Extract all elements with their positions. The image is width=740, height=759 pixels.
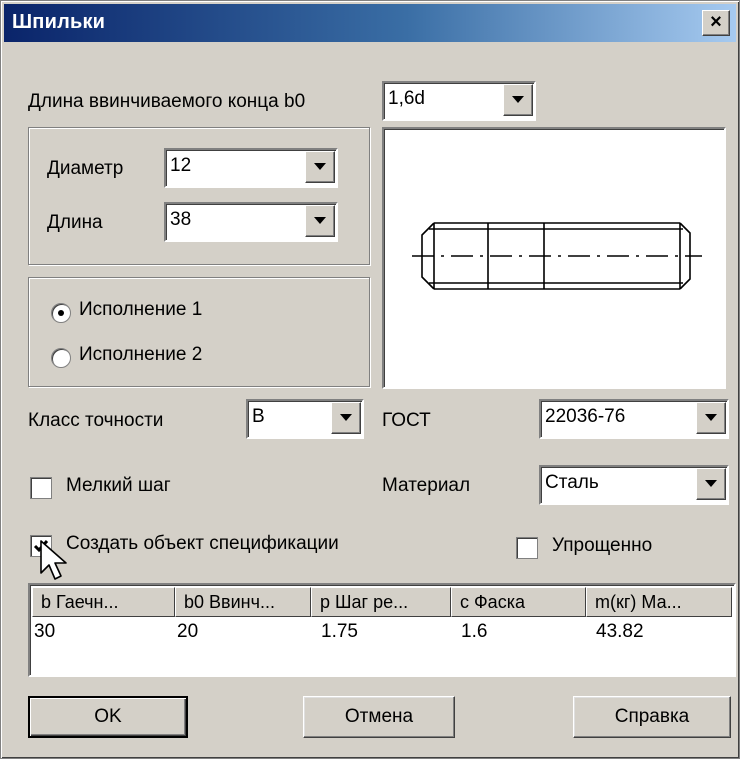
ok-button[interactable]: OK bbox=[28, 696, 188, 738]
table-cell: 30 bbox=[34, 621, 56, 642]
stud-drawing bbox=[412, 222, 702, 290]
execution-1-label: Исполнение 1 bbox=[79, 299, 203, 320]
help-button[interactable]: Справка bbox=[573, 696, 731, 738]
title-bar[interactable]: Шпильки × bbox=[4, 4, 736, 42]
close-button[interactable]: × bbox=[702, 10, 730, 36]
table-cell: 43.82 bbox=[596, 621, 644, 642]
chevron-down-icon[interactable] bbox=[305, 205, 335, 237]
mouse-pointer-icon bbox=[40, 540, 67, 580]
simplified-label: Упрощенно bbox=[552, 535, 653, 556]
create-spec-label: Создать объект спецификации bbox=[66, 533, 339, 554]
column-header[interactable]: c Фаска bbox=[451, 587, 586, 617]
table-cell: 20 bbox=[177, 621, 199, 642]
gost-select[interactable]: 22036-76 bbox=[539, 399, 729, 439]
table-cell: 1.75 bbox=[321, 621, 358, 642]
simplified-checkbox[interactable] bbox=[516, 537, 538, 559]
chevron-down-icon[interactable] bbox=[503, 84, 533, 116]
length-select[interactable]: 38 bbox=[164, 202, 338, 242]
window-title: Шпильки bbox=[12, 11, 106, 33]
gost-value: 22036-76 bbox=[545, 406, 626, 427]
execution-2-radio[interactable] bbox=[51, 348, 71, 368]
column-header[interactable]: p Шаг ре... bbox=[311, 587, 451, 617]
dimensions-group: Диаметр 12 Длина 38 bbox=[28, 127, 370, 265]
chevron-down-icon[interactable] bbox=[696, 402, 726, 434]
accuracy-label: Класс точности bbox=[28, 410, 164, 431]
chevron-down-icon[interactable] bbox=[305, 151, 335, 183]
stud-dialog: Шпильки × Длина ввинчиваемого конца b0 1… bbox=[0, 0, 740, 759]
length-value: 38 bbox=[170, 209, 192, 230]
gost-label: ГОСТ bbox=[382, 410, 431, 431]
execution-2-label: Исполнение 2 bbox=[79, 344, 203, 365]
diameter-value: 12 bbox=[170, 155, 192, 176]
table-cell: 1.6 bbox=[461, 621, 488, 642]
diameter-label: Диаметр bbox=[47, 158, 124, 179]
column-header[interactable]: b0 Ввинч... bbox=[175, 587, 311, 617]
close-icon: × bbox=[710, 11, 722, 33]
chevron-down-icon[interactable] bbox=[696, 468, 726, 500]
fine-pitch-label: Мелкий шаг bbox=[66, 475, 171, 496]
length-label: Длина bbox=[47, 212, 103, 233]
material-label: Материал bbox=[382, 475, 471, 496]
accuracy-value: В bbox=[252, 406, 265, 427]
diameter-select[interactable]: 12 bbox=[164, 148, 338, 188]
chevron-down-icon[interactable] bbox=[331, 402, 361, 434]
execution-group: Исполнение 1 Исполнение 2 bbox=[28, 277, 370, 387]
column-header[interactable]: b Гаечн... bbox=[32, 587, 175, 617]
b0-select[interactable]: 1,6d bbox=[382, 81, 536, 121]
material-select[interactable]: Сталь bbox=[539, 465, 729, 505]
parameters-table[interactable]: b Гаечн... b0 Ввинч... p Шаг ре... c Фас… bbox=[28, 583, 736, 677]
column-header[interactable]: m(кг) Ма... bbox=[586, 587, 732, 617]
stud-preview bbox=[382, 127, 726, 389]
accuracy-select[interactable]: В bbox=[246, 399, 364, 439]
b0-label: Длина ввинчиваемого конца b0 bbox=[28, 91, 306, 112]
material-value: Сталь bbox=[545, 472, 599, 493]
execution-1-radio[interactable] bbox=[51, 303, 71, 323]
b0-value: 1,6d bbox=[388, 88, 425, 109]
fine-pitch-checkbox[interactable] bbox=[30, 477, 52, 499]
cancel-button[interactable]: Отмена bbox=[303, 696, 455, 738]
